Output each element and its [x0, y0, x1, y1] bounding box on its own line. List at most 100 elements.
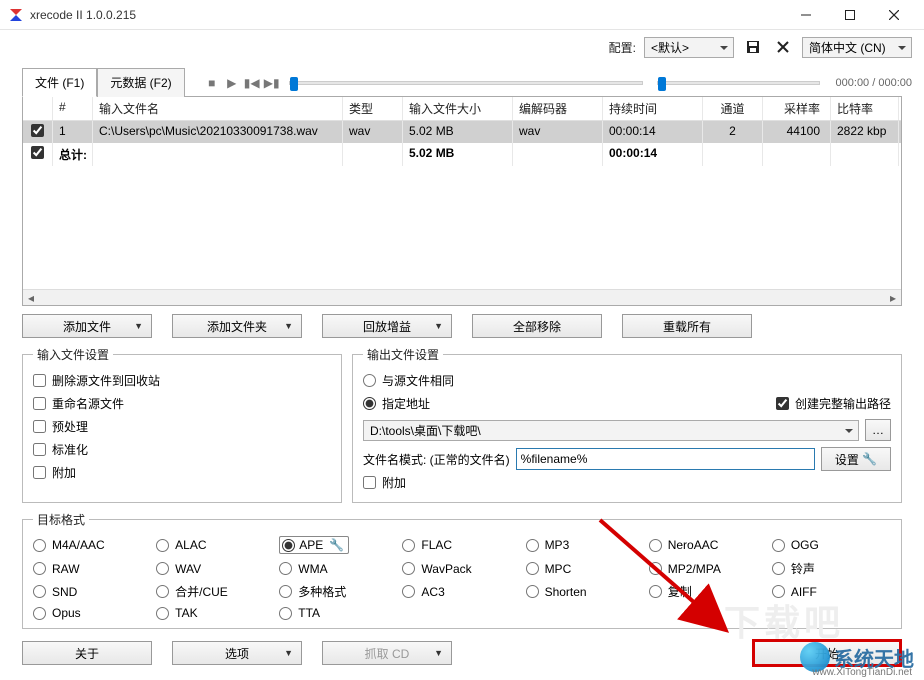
format-radio[interactable]	[526, 585, 539, 598]
delete-profile-icon[interactable]	[772, 37, 794, 58]
format-tak[interactable]: TAK	[156, 606, 275, 620]
format-radio[interactable]	[156, 539, 169, 552]
minimize-button[interactable]	[784, 0, 828, 30]
format--cue[interactable]: 合并/CUE	[156, 583, 275, 600]
col-num[interactable]: #	[53, 97, 93, 120]
format-radio[interactable]	[772, 585, 785, 598]
table-row[interactable]: 1 C:\Users\pc\Music\20210330091738.wav w…	[23, 121, 901, 143]
col-channels[interactable]: 通道	[703, 97, 763, 120]
format-ac3[interactable]: AC3	[402, 583, 521, 600]
browse-path-button[interactable]: …	[865, 419, 891, 441]
replay-gain-button[interactable]: 回放增益	[322, 314, 452, 338]
play-icon[interactable]: ▶	[225, 76, 239, 90]
format-opus[interactable]: Opus	[33, 606, 152, 620]
format-radio[interactable]	[649, 539, 662, 552]
normalize-checkbox[interactable]	[33, 443, 46, 456]
format-radio[interactable]	[402, 539, 415, 552]
format-flac[interactable]: FLAC	[402, 536, 521, 554]
format-radio[interactable]	[526, 562, 539, 575]
language-combo[interactable]: 简体中文 (CN)	[802, 37, 912, 58]
col-insize[interactable]: 输入文件大小	[403, 97, 513, 120]
output-path-combo[interactable]: D:\tools\桌面\下载吧\	[363, 420, 859, 441]
tab-metadata[interactable]: 元数据 (F2)	[97, 68, 184, 97]
add-folder-button[interactable]: 添加文件夹	[172, 314, 302, 338]
format-radio[interactable]	[402, 562, 415, 575]
pattern-settings-button[interactable]: 设置 🔧	[821, 447, 891, 471]
input-append-checkbox[interactable]	[33, 466, 46, 479]
format-radio[interactable]	[526, 539, 539, 552]
format-radio[interactable]	[33, 539, 46, 552]
format-radio[interactable]	[156, 585, 169, 598]
format-radio[interactable]	[156, 607, 169, 620]
col-type[interactable]: 类型	[343, 97, 403, 120]
format-mp3[interactable]: MP3	[526, 536, 645, 554]
total-checkbox[interactable]	[31, 146, 44, 159]
preprocess-checkbox[interactable]	[33, 420, 46, 433]
save-profile-icon[interactable]	[742, 37, 764, 58]
reload-all-button[interactable]: 重载所有	[622, 314, 752, 338]
col-filename[interactable]: 输入文件名	[93, 97, 343, 120]
format-radio[interactable]	[649, 585, 662, 598]
scroll-right-icon[interactable]: ▸	[885, 290, 901, 305]
format-wma[interactable]: WMA	[279, 560, 398, 577]
format-m4a-aac[interactable]: M4A/AAC	[33, 536, 152, 554]
format--[interactable]: 复制	[649, 583, 768, 600]
prev-icon[interactable]: ▮◀	[245, 76, 259, 90]
scroll-left-icon[interactable]: ◂	[23, 290, 39, 305]
options-button[interactable]: 选项	[172, 641, 302, 665]
col-codec[interactable]: 编解码器	[513, 97, 603, 120]
col-samplerate[interactable]: 采样率	[763, 97, 831, 120]
profile-combo[interactable]: <默认>	[644, 37, 734, 58]
rename-source-checkbox[interactable]	[33, 397, 46, 410]
format-radio[interactable]	[279, 585, 292, 598]
format-mp2-mpa[interactable]: MP2/MPA	[649, 560, 768, 577]
format-radio[interactable]	[649, 562, 662, 575]
format-radio[interactable]	[156, 562, 169, 575]
same-as-source-radio[interactable]	[363, 374, 376, 387]
add-file-button[interactable]: 添加文件	[22, 314, 152, 338]
format-aiff[interactable]: AIFF	[772, 583, 891, 600]
format-wav[interactable]: WAV	[156, 560, 275, 577]
format-neroaac[interactable]: NeroAAC	[649, 536, 768, 554]
format--[interactable]: 铃声	[772, 560, 891, 577]
format-shorten[interactable]: Shorten	[526, 583, 645, 600]
create-full-path-checkbox[interactable]	[776, 397, 789, 410]
format-ogg[interactable]: OGG	[772, 536, 891, 554]
stop-icon[interactable]: ■	[205, 76, 219, 90]
format-radio[interactable]	[33, 562, 46, 575]
format-tta[interactable]: TTA	[279, 606, 398, 620]
remove-all-button[interactable]: 全部移除	[472, 314, 602, 338]
close-button[interactable]	[872, 0, 916, 30]
output-append-checkbox[interactable]	[363, 476, 376, 489]
row-checkbox[interactable]	[31, 124, 44, 137]
col-checkbox[interactable]	[23, 97, 53, 120]
volume-slider[interactable]	[657, 81, 819, 85]
specified-path-radio[interactable]	[363, 397, 376, 410]
delete-to-recycle-checkbox[interactable]	[33, 374, 46, 387]
format-mpc[interactable]: MPC	[526, 560, 645, 577]
filename-pattern-input[interactable]	[516, 448, 815, 470]
format-radio[interactable]	[282, 539, 295, 552]
format-raw[interactable]: RAW	[33, 560, 152, 577]
format-radio[interactable]	[33, 585, 46, 598]
format-radio[interactable]	[279, 607, 292, 620]
col-bitrate[interactable]: 比特率	[831, 97, 899, 120]
format-radio[interactable]	[33, 607, 46, 620]
format-alac[interactable]: ALAC	[156, 536, 275, 554]
grab-cd-button[interactable]: 抓取 CD	[322, 641, 452, 665]
tab-files[interactable]: 文件 (F1)	[22, 68, 97, 97]
format--[interactable]: 多种格式	[279, 583, 398, 600]
format-snd[interactable]: SND	[33, 583, 152, 600]
next-icon[interactable]: ▶▮	[265, 76, 279, 90]
horizontal-scrollbar[interactable]: ◂ ▸	[23, 289, 901, 305]
format-radio[interactable]	[772, 562, 785, 575]
format-ape[interactable]: APE 🔧	[279, 536, 398, 554]
col-duration[interactable]: 持续时间	[603, 97, 703, 120]
format-radio[interactable]	[402, 585, 415, 598]
format-radio[interactable]	[772, 539, 785, 552]
maximize-button[interactable]	[828, 0, 872, 30]
format-wavpack[interactable]: WavPack	[402, 560, 521, 577]
seek-slider[interactable]	[289, 81, 644, 85]
about-button[interactable]: 关于	[22, 641, 152, 665]
format-radio[interactable]	[279, 562, 292, 575]
